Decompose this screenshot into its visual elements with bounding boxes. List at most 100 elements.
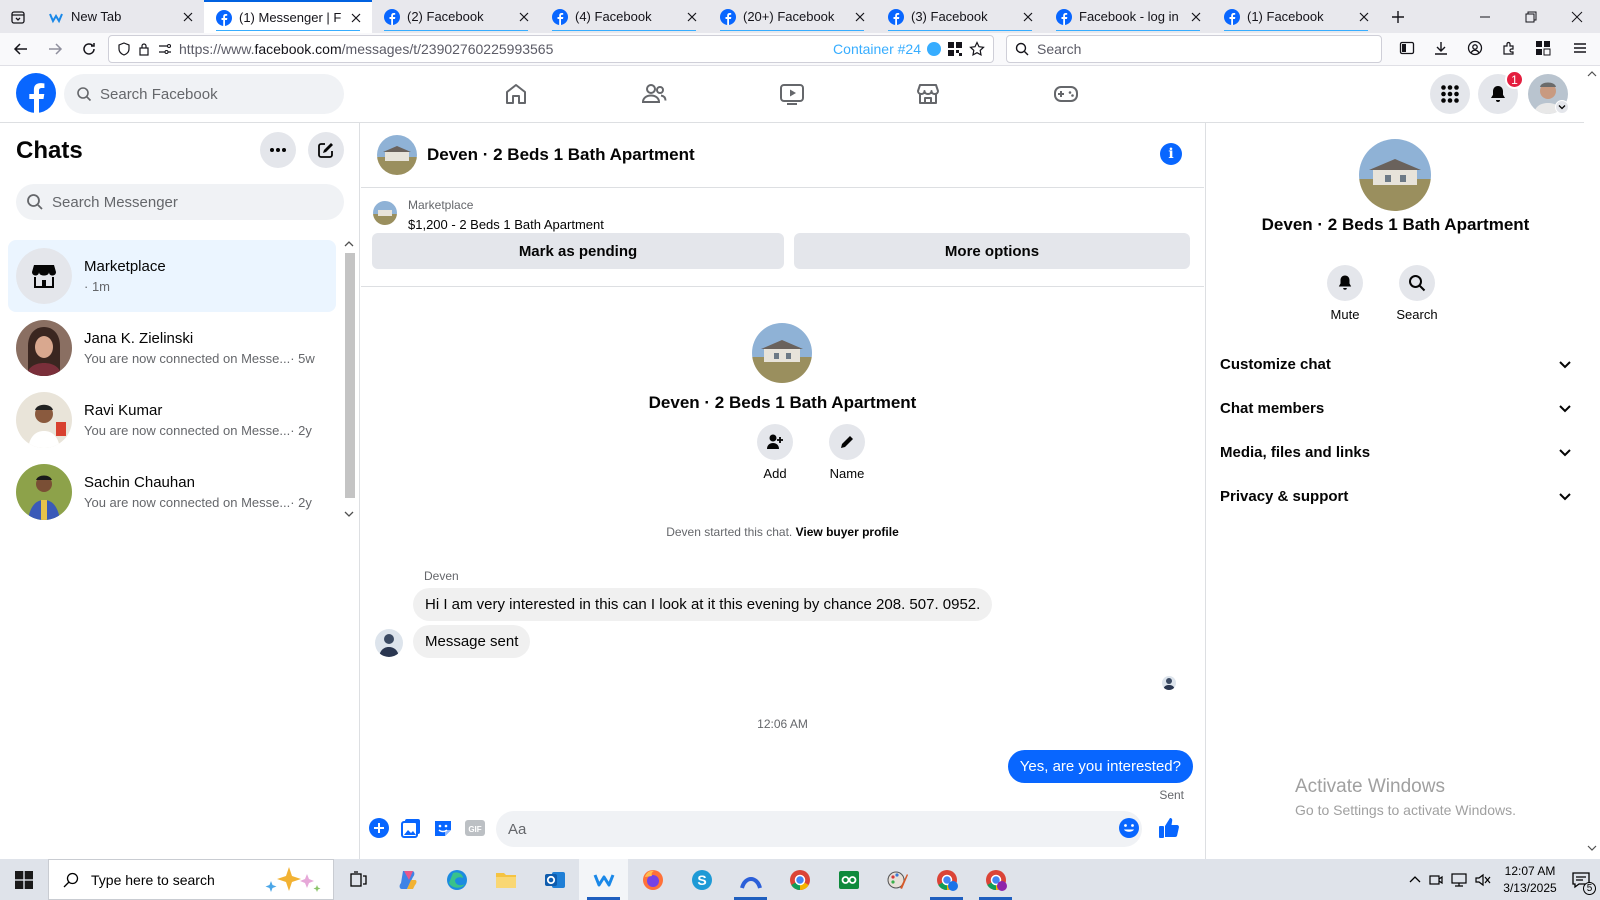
browser-tab-facebook-login[interactable]: Facebook - log in or sign up bbox=[1044, 0, 1212, 33]
browser-tab-messenger[interactable]: (1) Messenger | Facebook bbox=[204, 0, 372, 33]
download-icon[interactable] bbox=[1424, 33, 1458, 63]
chat-list-scrollbar[interactable] bbox=[342, 237, 356, 521]
plus-circle-icon[interactable] bbox=[367, 816, 391, 840]
avatar[interactable] bbox=[377, 135, 417, 175]
taskbar-search-input[interactable]: Type here to search bbox=[48, 859, 334, 900]
url-text[interactable]: https://www.facebook.com/messages/t/2390… bbox=[179, 41, 827, 57]
windows-start-icon[interactable] bbox=[0, 859, 48, 900]
name-chat-button[interactable]: Name bbox=[817, 424, 877, 481]
taskbar-clock[interactable]: 12:07 AM 3/13/2025 bbox=[1498, 863, 1562, 897]
url-bar[interactable]: https://www.facebook.com/messages/t/2390… bbox=[108, 35, 994, 63]
browser-tab-facebook-4[interactable]: (4) Facebook bbox=[540, 0, 708, 33]
close-tab-icon[interactable] bbox=[516, 9, 532, 25]
close-window-icon[interactable] bbox=[1554, 0, 1600, 33]
extensions-icon[interactable] bbox=[1492, 33, 1526, 63]
section-customize-chat[interactable]: Customize chat bbox=[1220, 344, 1572, 384]
home-icon[interactable] bbox=[494, 72, 538, 116]
section-chat-members[interactable]: Chat members bbox=[1220, 388, 1572, 428]
close-tab-icon[interactable] bbox=[684, 9, 700, 25]
mark-as-pending-button[interactable]: Mark as pending bbox=[372, 233, 784, 269]
outlook-icon[interactable] bbox=[530, 859, 579, 900]
browser-tab-new-tab[interactable]: New Tab bbox=[36, 0, 204, 33]
marketplace-icon[interactable] bbox=[906, 72, 950, 116]
containers-icon[interactable] bbox=[1526, 33, 1560, 63]
chevron-up-icon[interactable] bbox=[1408, 873, 1422, 887]
skype-icon[interactable]: S bbox=[677, 859, 726, 900]
app-green-icon[interactable] bbox=[824, 859, 873, 900]
shield-icon[interactable] bbox=[117, 42, 131, 56]
camera-icon[interactable] bbox=[1428, 872, 1444, 888]
reload-icon[interactable] bbox=[72, 34, 106, 64]
add-people-button[interactable]: Add bbox=[745, 424, 805, 481]
notifications-bell-icon[interactable]: 1 bbox=[1478, 70, 1524, 114]
sidebar-icon[interactable] bbox=[1390, 33, 1424, 63]
avatar[interactable] bbox=[752, 323, 812, 383]
hamburger-menu-icon[interactable] bbox=[1560, 33, 1600, 63]
incoming-message[interactable]: Hi I am very interested in this can I lo… bbox=[413, 588, 993, 621]
message-input[interactable]: Aa bbox=[496, 811, 1142, 847]
browser-tab-facebook-3[interactable]: (3) Facebook bbox=[876, 0, 1044, 33]
photo-icon[interactable] bbox=[399, 816, 423, 840]
browser-search-bar[interactable]: Search bbox=[1006, 35, 1382, 63]
browser-tab-facebook-2[interactable]: (2) Facebook bbox=[372, 0, 540, 33]
account-icon[interactable] bbox=[1458, 33, 1492, 63]
file-explorer-icon[interactable] bbox=[481, 859, 530, 900]
thumbs-up-icon[interactable] bbox=[1157, 816, 1181, 840]
more-options-button[interactable]: More options bbox=[794, 233, 1190, 269]
volume-muted-icon[interactable] bbox=[1474, 872, 1492, 888]
close-tab-icon[interactable] bbox=[852, 9, 868, 25]
app-arc-icon[interactable] bbox=[726, 859, 775, 900]
close-tab-icon[interactable] bbox=[1356, 9, 1372, 25]
mute-button[interactable]: Mute bbox=[1310, 265, 1380, 322]
friends-icon[interactable] bbox=[632, 72, 676, 116]
edge-browser-icon[interactable] bbox=[432, 859, 481, 900]
qr-code-icon[interactable] bbox=[947, 41, 963, 57]
chat-item-marketplace[interactable]: Marketplace · 1m bbox=[8, 240, 336, 312]
outgoing-message[interactable]: Yes, are you interested? bbox=[1007, 750, 1193, 783]
paint-icon[interactable] bbox=[873, 859, 922, 900]
page-scrollbar[interactable] bbox=[1584, 66, 1600, 859]
close-tab-icon[interactable] bbox=[180, 9, 196, 25]
avatar[interactable] bbox=[375, 629, 403, 657]
close-tab-icon[interactable] bbox=[1188, 9, 1204, 25]
tab-list-icon[interactable] bbox=[0, 0, 36, 33]
gif-icon[interactable]: GIF bbox=[463, 816, 487, 840]
conversation-title[interactable]: Deven · 2 Beds 1 Bath Apartment bbox=[427, 145, 695, 165]
close-tab-icon[interactable] bbox=[1020, 9, 1036, 25]
scrollbar-thumb[interactable] bbox=[345, 253, 355, 498]
incoming-message[interactable]: Message sent bbox=[413, 625, 531, 658]
firefox-icon[interactable] bbox=[628, 859, 677, 900]
section-privacy-support[interactable]: Privacy & support bbox=[1220, 476, 1572, 516]
browser-tab-facebook-1[interactable]: (1) Facebook bbox=[1212, 0, 1380, 33]
info-icon[interactable]: i bbox=[1160, 143, 1182, 165]
new-tab-button[interactable] bbox=[1380, 0, 1416, 33]
facebook-logo-icon[interactable] bbox=[16, 73, 56, 113]
minimize-icon[interactable] bbox=[1462, 0, 1508, 33]
menu-grid-icon[interactable] bbox=[1430, 74, 1470, 114]
chevron-down-icon[interactable] bbox=[1555, 100, 1569, 114]
notification-center-icon[interactable]: 5 bbox=[1568, 867, 1596, 895]
container-label[interactable]: Container #24 bbox=[833, 41, 921, 57]
sticker-icon[interactable] bbox=[431, 816, 455, 840]
lock-icon[interactable] bbox=[137, 42, 151, 56]
back-arrow-icon[interactable] bbox=[4, 34, 38, 64]
search-in-chat-button[interactable]: Search bbox=[1382, 265, 1452, 322]
chrome-icon[interactable] bbox=[775, 859, 824, 900]
gaming-icon[interactable] bbox=[1044, 72, 1088, 116]
copilot-icon[interactable] bbox=[383, 859, 432, 900]
listing-title[interactable]: $1,200 - 2 Beds 1 Bath Apartment bbox=[408, 217, 604, 232]
view-buyer-profile-link[interactable]: View buyer profile bbox=[796, 525, 899, 539]
network-icon[interactable] bbox=[1450, 872, 1468, 888]
section-media-files-links[interactable]: Media, files and links bbox=[1220, 432, 1572, 472]
task-view-icon[interactable] bbox=[334, 859, 383, 900]
more-options-icon[interactable] bbox=[260, 132, 296, 168]
chat-item-sachin[interactable]: Sachin Chauhan You are now connected on … bbox=[8, 456, 336, 528]
chrome-profile-r-icon[interactable] bbox=[971, 859, 1020, 900]
listing-thumbnail[interactable] bbox=[373, 201, 397, 225]
video-icon[interactable] bbox=[770, 72, 814, 116]
emoji-icon[interactable] bbox=[1117, 816, 1141, 840]
messenger-search-input[interactable]: Search Messenger bbox=[16, 184, 344, 220]
bookmark-star-icon[interactable] bbox=[969, 41, 985, 57]
new-message-icon[interactable] bbox=[308, 132, 344, 168]
restore-icon[interactable] bbox=[1508, 0, 1554, 33]
